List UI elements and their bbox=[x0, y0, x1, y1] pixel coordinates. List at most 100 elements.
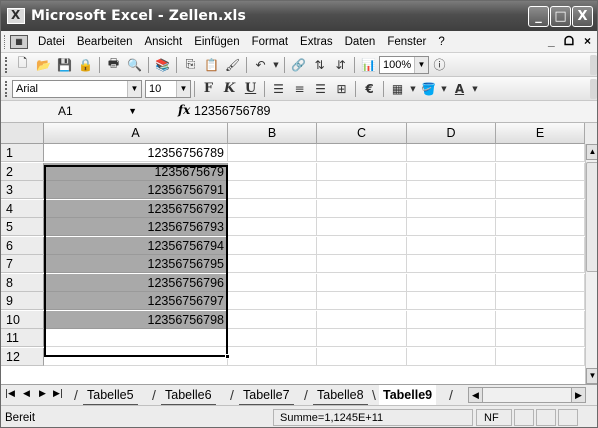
sort-descending-icon[interactable]: ⇵ bbox=[331, 56, 350, 74]
cell-a8[interactable]: 12356756796 bbox=[44, 273, 228, 292]
cell-d11[interactable] bbox=[407, 329, 496, 347]
cell-b9[interactable] bbox=[228, 292, 317, 310]
row-header[interactable]: 9 bbox=[1, 292, 44, 310]
last-sheet-icon[interactable]: ▶| bbox=[53, 389, 63, 399]
chevron-down-icon[interactable]: ▼ bbox=[176, 80, 190, 97]
fill-color-dropdown-icon[interactable]: ▼ bbox=[440, 80, 448, 98]
vertical-scrollbar[interactable]: ▲ ▼ bbox=[585, 144, 597, 384]
cell-b2[interactable] bbox=[228, 162, 317, 181]
column-header-d[interactable]: D bbox=[407, 123, 496, 144]
cell-d4[interactable] bbox=[407, 199, 496, 218]
row-header[interactable]: 7 bbox=[1, 255, 44, 273]
row-header[interactable]: 6 bbox=[1, 236, 44, 255]
scroll-up-icon[interactable]: ▲ bbox=[586, 144, 597, 160]
fill-handle[interactable] bbox=[225, 354, 230, 359]
row-header[interactable]: 1 bbox=[1, 144, 44, 162]
name-box[interactable]: A1 ▼ bbox=[45, 103, 141, 120]
cell-b5[interactable] bbox=[228, 218, 317, 236]
menu-fenster[interactable]: Fenster bbox=[381, 36, 432, 48]
chevron-down-icon[interactable]: ▼ bbox=[127, 80, 141, 97]
menu-einfuegen[interactable]: Einfügen bbox=[188, 36, 245, 48]
merge-center-icon[interactable]: ⊞ bbox=[332, 80, 351, 98]
excel-app-icon[interactable] bbox=[7, 8, 25, 24]
cell-e1[interactable] bbox=[496, 144, 585, 162]
copy-icon[interactable]: ⎘ bbox=[181, 56, 200, 74]
cell-c1[interactable] bbox=[317, 144, 407, 162]
sheet-tab[interactable]: Tabelle7 bbox=[239, 385, 294, 405]
scroll-down-icon[interactable]: ▼ bbox=[586, 368, 597, 384]
fill-color-icon[interactable]: 🪣 bbox=[419, 80, 438, 98]
cell-c5[interactable] bbox=[317, 218, 407, 236]
new-icon[interactable]: 🗋 bbox=[13, 56, 32, 74]
cell-b1[interactable] bbox=[228, 144, 317, 162]
formula-input[interactable]: 12356756789 bbox=[194, 104, 270, 118]
horizontal-scrollbar[interactable]: ◀ ▶ bbox=[468, 387, 586, 403]
row-header[interactable]: 3 bbox=[1, 181, 44, 199]
permission-icon[interactable]: 🔒 bbox=[76, 56, 95, 74]
cell-a1[interactable]: 12356756789 bbox=[44, 144, 228, 162]
menu-datei[interactable]: Datei bbox=[32, 36, 71, 48]
cell-a10[interactable]: 12356756798 bbox=[44, 310, 228, 329]
row-header[interactable]: 10 bbox=[1, 310, 44, 329]
font-name-select[interactable]: Arial ▼ bbox=[12, 79, 142, 98]
row-header[interactable]: 2 bbox=[1, 162, 44, 181]
align-center-icon[interactable]: ≡ bbox=[290, 80, 309, 98]
cell-e3[interactable] bbox=[496, 181, 585, 199]
cell-b4[interactable] bbox=[228, 199, 317, 218]
undo-dropdown-icon[interactable]: ▼ bbox=[272, 56, 280, 74]
scroll-left-icon[interactable]: ◀ bbox=[469, 388, 483, 402]
cell-b12[interactable] bbox=[228, 347, 317, 366]
cell-a9[interactable]: 12356756797 bbox=[44, 292, 228, 310]
open-icon[interactable]: 📂 bbox=[34, 56, 53, 74]
cell-a6[interactable]: 12356756794 bbox=[44, 236, 228, 255]
cell-c10[interactable] bbox=[317, 310, 407, 329]
cell-d3[interactable] bbox=[407, 181, 496, 199]
print-preview-icon[interactable]: 🔍 bbox=[125, 56, 144, 74]
row-header[interactable]: 8 bbox=[1, 273, 44, 292]
align-left-icon[interactable]: ☰ bbox=[269, 80, 288, 98]
help-icon[interactable]: ⓘ bbox=[430, 56, 449, 74]
row-header[interactable]: 12 bbox=[1, 347, 44, 366]
toolbar-options-icon[interactable] bbox=[590, 78, 597, 99]
column-header-a[interactable]: A bbox=[44, 123, 228, 144]
cell-a12[interactable] bbox=[44, 347, 228, 366]
toolbar-options-icon[interactable] bbox=[590, 54, 597, 75]
close-button[interactable]: X bbox=[572, 6, 593, 27]
menu-format[interactable]: Format bbox=[246, 36, 294, 48]
cell-e2[interactable] bbox=[496, 162, 585, 181]
cell-b8[interactable] bbox=[228, 273, 317, 292]
cell-e11[interactable] bbox=[496, 329, 585, 347]
borders-dropdown-icon[interactable]: ▼ bbox=[409, 80, 417, 98]
cell-d1[interactable] bbox=[407, 144, 496, 162]
cell-c3[interactable] bbox=[317, 181, 407, 199]
cell-a11[interactable] bbox=[44, 329, 228, 347]
cell-a4[interactable]: 12356756792 bbox=[44, 199, 228, 218]
cell-a7[interactable]: 12356756795 bbox=[44, 255, 228, 273]
sheet-tab[interactable]: Tabelle5 bbox=[83, 385, 138, 405]
cell-e7[interactable] bbox=[496, 255, 585, 273]
sheet-tab[interactable]: Tabelle8 bbox=[313, 385, 368, 405]
paste-icon[interactable]: 📋 bbox=[202, 56, 221, 74]
cell-b10[interactable] bbox=[228, 310, 317, 329]
align-right-icon[interactable]: ☰ bbox=[311, 80, 330, 98]
select-all-corner[interactable] bbox=[1, 123, 44, 144]
menu-daten[interactable]: Daten bbox=[339, 36, 382, 48]
cell-a3[interactable]: 12356756791 bbox=[44, 181, 228, 199]
borders-icon[interactable]: ▦ bbox=[388, 80, 407, 98]
cell-d9[interactable] bbox=[407, 292, 496, 310]
menubar-grip[interactable] bbox=[4, 34, 8, 49]
cell-c2[interactable] bbox=[317, 162, 407, 181]
column-header-c[interactable]: C bbox=[317, 123, 407, 144]
cell-b3[interactable] bbox=[228, 181, 317, 199]
cell-c8[interactable] bbox=[317, 273, 407, 292]
menu-ansicht[interactable]: Ansicht bbox=[138, 36, 188, 48]
print-icon[interactable]: 🖶 bbox=[104, 56, 123, 74]
undo-icon[interactable]: ↶ bbox=[251, 56, 270, 74]
sheet-tab[interactable]: Tabelle6 bbox=[161, 385, 216, 405]
cell-e8[interactable] bbox=[496, 273, 585, 292]
cell-e12[interactable] bbox=[496, 347, 585, 366]
column-header-b[interactable]: B bbox=[228, 123, 317, 144]
cell-d8[interactable] bbox=[407, 273, 496, 292]
sheet-tab-active[interactable]: Tabelle9 bbox=[379, 385, 437, 405]
cell-b6[interactable] bbox=[228, 236, 317, 255]
